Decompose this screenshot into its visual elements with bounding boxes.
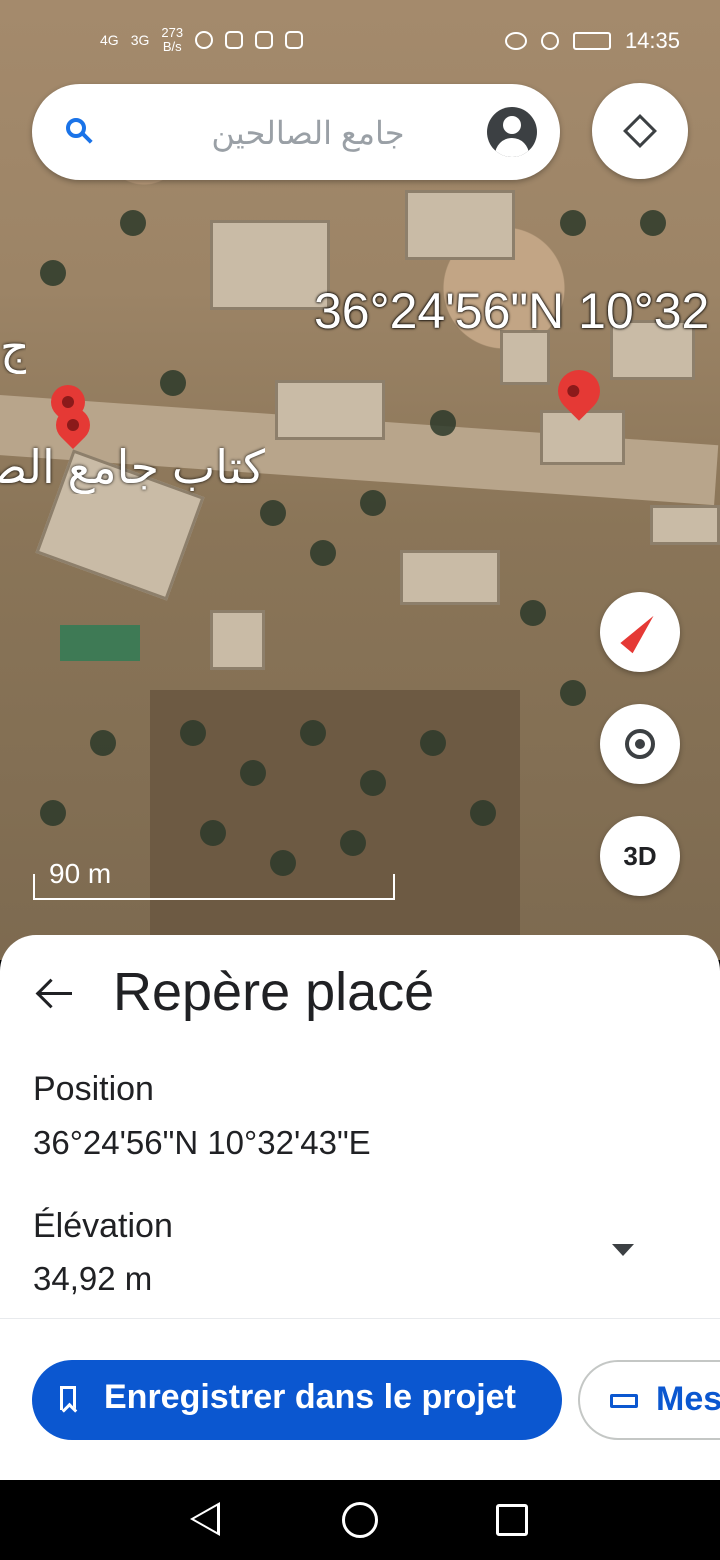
- map-tree: [40, 260, 66, 286]
- crosshair-icon: [625, 729, 655, 759]
- signal-3g-icon: 3G: [130, 32, 150, 48]
- map-tree: [160, 370, 186, 396]
- search-input[interactable]: جامع الصالحين: [128, 114, 488, 152]
- battery-icon: [572, 32, 611, 50]
- nav-home-icon[interactable]: [342, 1502, 378, 1538]
- map-building: [405, 190, 515, 260]
- map-tree: [180, 720, 206, 746]
- map-building: [275, 380, 385, 440]
- instagram-icon: [225, 31, 244, 49]
- ruler-icon: [610, 1394, 638, 1408]
- scale-tick: [33, 874, 35, 900]
- map-field: [150, 690, 520, 940]
- map-tree: [560, 210, 586, 236]
- scale-label: 90 m: [49, 858, 112, 889]
- status-right: 14:35: [504, 28, 680, 54]
- my-location-button[interactable]: [600, 704, 680, 784]
- eye-icon: [504, 32, 527, 50]
- system-nav-bar: [0, 1480, 720, 1560]
- position-value: 36°24'56"N 10°32'43"E: [33, 1124, 371, 1161]
- map-tree: [200, 820, 226, 846]
- scale-bar: 90 m: [33, 858, 395, 900]
- layers-button[interactable]: [592, 83, 688, 179]
- map-tree: [240, 760, 266, 786]
- map-tree: [300, 720, 326, 746]
- speed-value: 273: [161, 25, 184, 40]
- speed-unit: B/s: [162, 39, 182, 54]
- map-tree: [520, 600, 546, 626]
- map-tree: [470, 800, 496, 826]
- map-tree: [560, 680, 586, 706]
- map-building: [400, 550, 500, 605]
- nav-recents-icon[interactable]: [496, 1504, 528, 1536]
- map-building: [650, 505, 720, 545]
- network-speed: 273 B/s: [161, 26, 183, 54]
- map-tree: [90, 730, 116, 756]
- map-tree: [340, 830, 366, 856]
- 3d-toggle-button[interactable]: 3D: [600, 816, 680, 896]
- map-building: [210, 610, 265, 670]
- search-icon[interactable]: [66, 118, 86, 138]
- elevation-value: 34,92 m: [33, 1260, 153, 1297]
- sheet-title: Repère placé: [113, 962, 435, 1022]
- elevation-label: Élévation: [33, 1207, 173, 1245]
- map-tree: [360, 490, 386, 516]
- coordinate-overlay: 36°24'56"N 10°32: [314, 283, 710, 339]
- map-edge-label: ج: [0, 321, 26, 373]
- map-tree: [360, 770, 386, 796]
- placemark-sheet: Repère placé Position 36°24'56"N 10°32'4…: [0, 935, 720, 1480]
- map-sports-field: [60, 625, 140, 661]
- map-tree: [310, 540, 336, 566]
- save-to-project-button[interactable]: Enregistrer dans le projet: [32, 1360, 562, 1440]
- measure-button[interactable]: Mesurer: [578, 1360, 720, 1440]
- status-left: 4G 3G 273 B/s: [100, 26, 304, 54]
- divider: [0, 1318, 720, 1319]
- map-building: [210, 220, 330, 310]
- map-tree: [420, 730, 446, 756]
- nav-back-icon[interactable]: [190, 1502, 220, 1536]
- scale-line: [33, 898, 395, 900]
- signal-4g-icon: 4G: [100, 32, 119, 48]
- search-bar[interactable]: جامع الصالحين: [32, 84, 560, 180]
- clock: 14:35: [624, 28, 680, 53]
- measure-button-label: Mesurer: [656, 1380, 720, 1418]
- scale-tick: [393, 874, 395, 900]
- map-tree: [640, 210, 666, 236]
- map-tree: [40, 800, 66, 826]
- back-arrow-icon[interactable]: [38, 979, 74, 1007]
- instagram-icon: [285, 31, 304, 49]
- messenger-icon: [195, 31, 214, 49]
- compass-button[interactable]: [600, 592, 680, 672]
- map-tree: [430, 410, 456, 436]
- map-building: [540, 410, 625, 465]
- map-tree: [260, 500, 286, 526]
- layers-icon: [623, 114, 657, 148]
- status-bar: 4G 3G 273 B/s 14:35: [0, 0, 720, 80]
- place-label[interactable]: كتاب جامع الصالحين: [0, 440, 265, 494]
- instagram-icon: [255, 31, 274, 49]
- bookmark-icon: [60, 1386, 76, 1410]
- save-button-label: Enregistrer dans le projet: [104, 1378, 516, 1416]
- compass-icon: [620, 610, 660, 654]
- map-tree: [120, 210, 146, 236]
- account-avatar-icon[interactable]: [487, 107, 537, 157]
- alarm-icon: [540, 32, 559, 50]
- position-label: Position: [33, 1070, 154, 1108]
- dropdown-icon[interactable]: [612, 1244, 634, 1256]
